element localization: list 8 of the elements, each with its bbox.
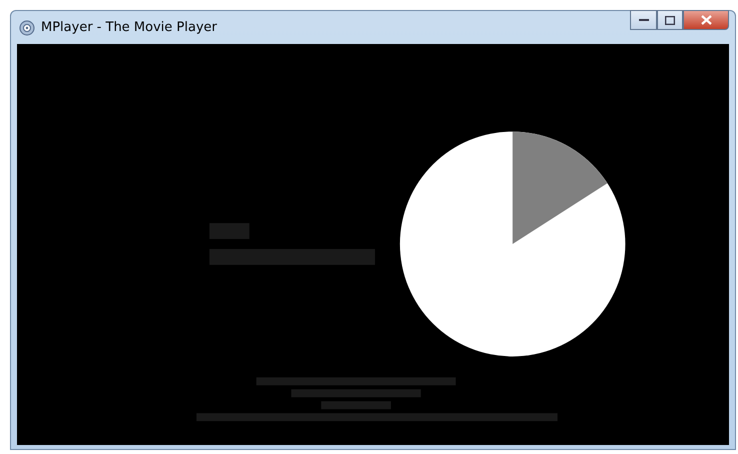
maximize-button[interactable] <box>657 10 683 30</box>
app-icon <box>19 20 35 36</box>
minimize-button[interactable] <box>630 10 657 30</box>
minimize-icon <box>638 18 648 22</box>
window-title: MPlayer - The Movie Player <box>41 20 218 35</box>
close-icon <box>700 15 712 25</box>
maximize-icon <box>665 16 675 24</box>
close-button[interactable] <box>683 10 729 30</box>
